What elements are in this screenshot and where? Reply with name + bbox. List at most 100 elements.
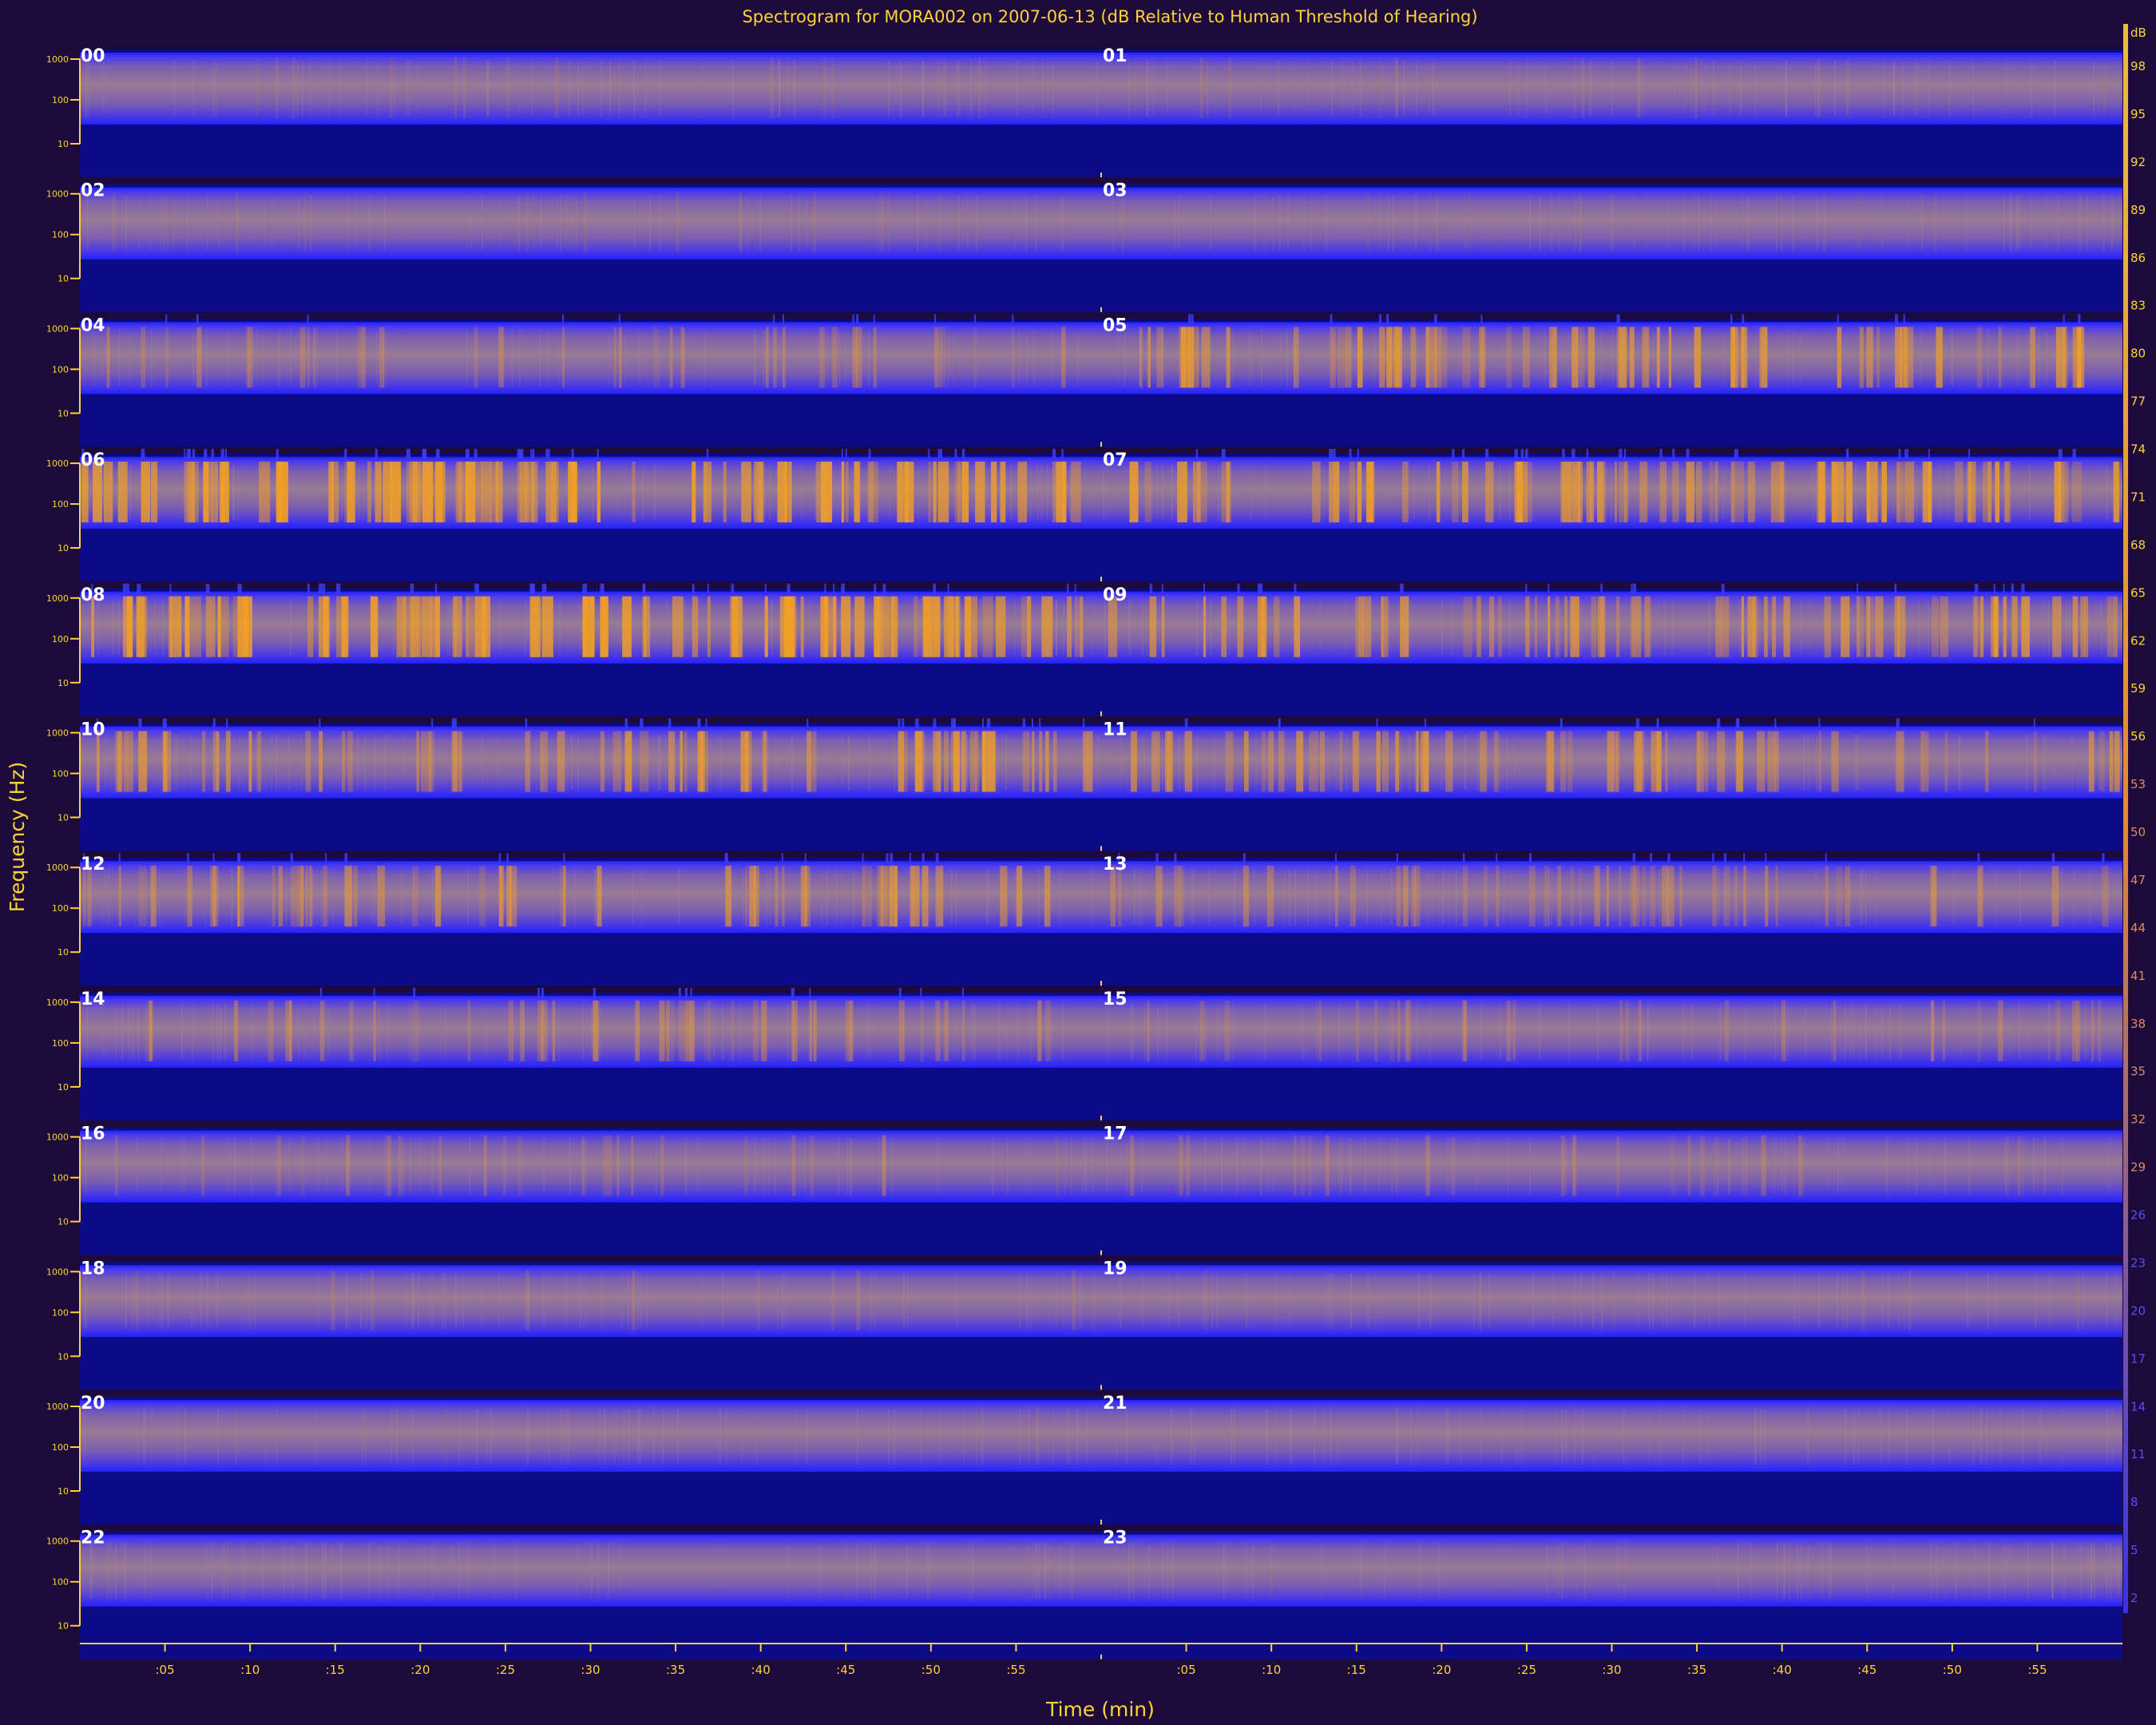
texture-line bbox=[1853, 1408, 1855, 1464]
loud-event bbox=[1199, 1000, 1205, 1061]
hour-label: 08 bbox=[81, 585, 105, 605]
texture-line bbox=[212, 1003, 214, 1060]
texture-line bbox=[1639, 61, 1640, 117]
high-freq-spike bbox=[1237, 583, 1240, 593]
loud-event bbox=[1638, 1000, 1642, 1061]
high-freq-spike bbox=[1330, 314, 1333, 324]
loud-event bbox=[305, 731, 311, 792]
texture-line bbox=[1559, 195, 1560, 252]
texture-line bbox=[1178, 195, 1179, 252]
texture-line bbox=[576, 195, 578, 252]
high-freq-spike bbox=[1462, 853, 1465, 863]
texture-line bbox=[1801, 1542, 1802, 1599]
loud-event bbox=[1488, 596, 1494, 657]
loud-event bbox=[1721, 596, 1730, 657]
texture-line bbox=[1506, 734, 1508, 791]
texture-line bbox=[1221, 1138, 1223, 1195]
high-freq-spike bbox=[600, 583, 604, 593]
loud-event bbox=[1833, 1000, 1837, 1061]
texture-line bbox=[251, 1138, 252, 1195]
texture-line bbox=[1648, 1273, 1651, 1330]
texture-line bbox=[917, 195, 919, 252]
loud-event bbox=[307, 596, 314, 657]
texture-line bbox=[1227, 330, 1230, 387]
loud-event bbox=[1730, 327, 1736, 388]
texture-line bbox=[1116, 1408, 1118, 1464]
texture-line bbox=[137, 1138, 138, 1195]
texture-line bbox=[1663, 599, 1666, 656]
high-freq-spike bbox=[165, 314, 168, 324]
loud-event bbox=[1395, 731, 1400, 792]
texture-line bbox=[1546, 1542, 1548, 1599]
loud-event bbox=[413, 1000, 419, 1061]
texture-line bbox=[1441, 599, 1443, 656]
texture-line bbox=[1252, 1542, 1254, 1599]
texture-line bbox=[103, 1003, 105, 1060]
texture-line bbox=[2089, 869, 2091, 926]
texture-line bbox=[1432, 330, 1433, 387]
texture-line bbox=[1845, 1273, 1848, 1330]
loud-event bbox=[1312, 462, 1321, 523]
texture-line bbox=[1092, 599, 1093, 656]
texture-line bbox=[1076, 330, 1079, 387]
time-tick-label: :15 bbox=[1347, 1663, 1366, 1677]
texture-line bbox=[1336, 734, 1338, 791]
loud-event bbox=[1037, 1000, 1042, 1061]
texture-line bbox=[1278, 195, 1281, 252]
loud-event bbox=[505, 58, 509, 118]
texture-line bbox=[1128, 599, 1130, 656]
texture-line bbox=[261, 330, 264, 387]
high-freq-spike bbox=[466, 449, 470, 459]
texture-line bbox=[1432, 61, 1434, 117]
loud-event bbox=[1261, 731, 1266, 792]
texture-line bbox=[1916, 1138, 1917, 1195]
loud-event bbox=[1071, 462, 1081, 523]
loud-event bbox=[370, 596, 378, 657]
texture-line bbox=[838, 330, 841, 387]
loud-event bbox=[319, 596, 330, 657]
texture-line bbox=[1453, 1138, 1456, 1195]
loud-event bbox=[554, 58, 559, 118]
high-freq-spike bbox=[204, 449, 208, 459]
texture-line bbox=[1825, 195, 1826, 252]
texture-line bbox=[2028, 330, 2030, 387]
texture-line bbox=[442, 1273, 444, 1330]
texture-line bbox=[358, 465, 359, 521]
texture-line bbox=[1738, 1542, 1739, 1599]
texture-line bbox=[124, 1542, 126, 1599]
texture-line bbox=[597, 1542, 599, 1599]
high-freq-spike bbox=[1022, 718, 1026, 728]
texture-line bbox=[856, 1542, 858, 1599]
texture-line bbox=[826, 869, 828, 926]
high-freq-spike bbox=[1717, 718, 1721, 728]
texture-line bbox=[817, 465, 819, 521]
hour-label: 22 bbox=[81, 1529, 105, 1549]
texture-line bbox=[1275, 599, 1277, 656]
loud-event bbox=[1462, 327, 1471, 388]
loud-event bbox=[1623, 1539, 1627, 1600]
loud-event bbox=[1278, 731, 1285, 792]
high-freq-spike bbox=[951, 718, 955, 728]
texture-line bbox=[1500, 1408, 1503, 1464]
texture-line bbox=[1928, 599, 1929, 656]
loud-event bbox=[1668, 327, 1671, 388]
texture-line bbox=[1944, 1138, 1947, 1195]
texture-line bbox=[1314, 1408, 1315, 1464]
loud-event bbox=[141, 462, 150, 523]
loud-event bbox=[1571, 327, 1579, 388]
texture-line bbox=[1213, 734, 1215, 791]
texture-line bbox=[1316, 1003, 1318, 1060]
texture-line bbox=[467, 869, 469, 926]
texture-line bbox=[582, 1003, 585, 1060]
texture-line bbox=[1952, 330, 1953, 387]
texture-line bbox=[2026, 599, 2027, 656]
texture-line bbox=[1507, 1138, 1509, 1195]
loud-event bbox=[1378, 58, 1382, 118]
texture-line bbox=[1500, 599, 1503, 656]
freq-tick-label: 10 bbox=[57, 408, 69, 418]
texture-line bbox=[765, 330, 767, 387]
texture-line bbox=[1624, 465, 1626, 521]
loud-event bbox=[347, 462, 355, 523]
loud-event bbox=[915, 731, 925, 792]
texture-line bbox=[396, 1408, 398, 1464]
